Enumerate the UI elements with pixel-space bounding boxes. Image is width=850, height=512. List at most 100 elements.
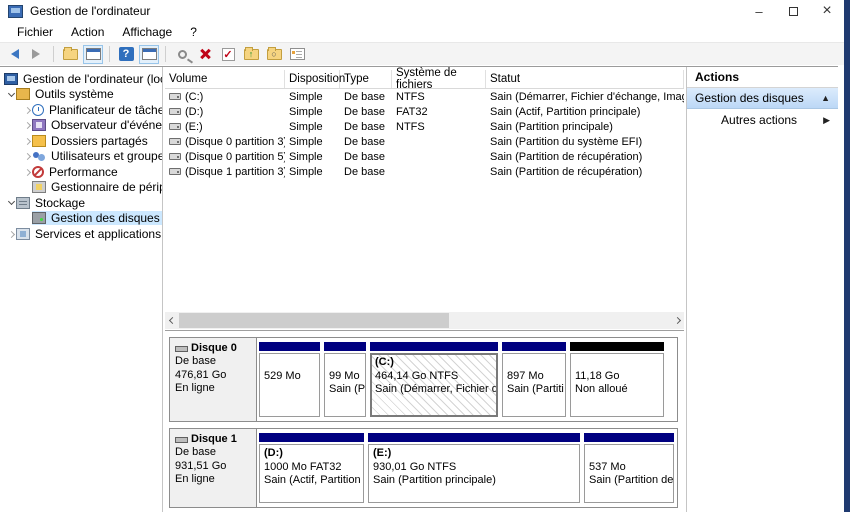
disk0-partition-recovery-529[interactable]: 529 Mo xyxy=(259,342,320,417)
partition-color-bar xyxy=(370,342,498,351)
action-pane-icon xyxy=(141,48,157,60)
disk1-partition-e[interactable]: (E:) 930,01 Go NTFS Sain (Partition prin… xyxy=(368,433,580,503)
scroll-left-arrow[interactable] xyxy=(165,312,179,329)
volume-icon xyxy=(169,123,181,130)
maximize-button[interactable] xyxy=(776,0,810,22)
help-icon: ? xyxy=(118,47,134,61)
volume-icon xyxy=(169,168,181,175)
chevron-right-icon[interactable] xyxy=(22,137,32,145)
tree-item-local-users-groups[interactable]: Utilisateurs et groupes l xyxy=(0,149,162,165)
volume-row-e[interactable]: (E:) Simple De base NTFS Sain (Partition… xyxy=(165,119,684,134)
maximize-icon xyxy=(788,6,798,16)
tree-item-device-manager[interactable]: Gestionnaire de périphé xyxy=(0,180,162,196)
submenu-arrow-icon: ▶ xyxy=(823,114,830,125)
disk0-partition-efi-99[interactable]: 99 Mo Sain (P xyxy=(324,342,366,417)
disk1-partition-d[interactable]: (D:) 1000 Mo FAT32 Sain (Actif, Partitio… xyxy=(259,433,364,503)
disk-graphical-view: Disque 0 De base 476,81 Go En ligne 529 … xyxy=(165,330,684,512)
show-console-tree-button[interactable] xyxy=(83,44,103,64)
partition-color-bar xyxy=(368,433,580,442)
volume-icon xyxy=(169,108,181,115)
scrollbar-track[interactable] xyxy=(179,312,670,329)
volume-row-disk0-part5[interactable]: (Disque 0 partition 5) Simple De base Sa… xyxy=(165,149,684,164)
chevron-right-icon[interactable] xyxy=(22,122,32,130)
column-header-status[interactable]: Statut xyxy=(486,70,684,88)
pointer-help-button[interactable] xyxy=(172,45,192,64)
column-header-type[interactable]: Type xyxy=(340,70,392,88)
volume-icon xyxy=(169,93,181,100)
forward-button[interactable] xyxy=(27,45,47,64)
scroll-right-arrow[interactable] xyxy=(670,312,684,329)
chevron-down-icon[interactable] xyxy=(6,89,16,97)
close-button[interactable]: × xyxy=(810,0,844,22)
folder-up-icon: ↑ xyxy=(243,46,259,60)
show-action-pane-button[interactable] xyxy=(139,44,159,64)
tree-item-disk-management[interactable]: Gestion des disques xyxy=(0,211,162,227)
folder-up-button[interactable]: ↑ xyxy=(241,45,261,64)
chevron-right-icon[interactable] xyxy=(22,168,32,176)
storage-icon xyxy=(16,196,30,209)
delete-button[interactable] xyxy=(195,45,215,64)
help-button[interactable]: ? xyxy=(116,45,136,64)
menu-help[interactable]: ? xyxy=(181,23,206,41)
disk-1-label[interactable]: Disque 1 De base 931,51 Go En ligne xyxy=(170,429,257,507)
tree-item-services-applications[interactable]: Services et applications xyxy=(0,226,162,242)
toolbar: ? ✓ ↑ ○ xyxy=(0,42,844,65)
computer-management-window: Gestion de l'ordinateur – × Fichier Acti… xyxy=(0,0,850,512)
chevron-right-icon[interactable] xyxy=(6,230,16,238)
chevron-right-icon[interactable] xyxy=(22,153,32,161)
disk-0-row: Disque 0 De base 476,81 Go En ligne 529 … xyxy=(169,337,678,422)
services-icon xyxy=(16,227,30,240)
horizontal-scrollbar[interactable] xyxy=(165,312,684,329)
menu-bar: Fichier Action Affichage ? xyxy=(0,22,844,42)
event-viewer-icon xyxy=(32,119,46,132)
properties-button[interactable] xyxy=(287,45,307,64)
menu-affichage[interactable]: Affichage xyxy=(113,23,181,41)
disk-1-row: Disque 1 De base 931,51 Go En ligne (D:)… xyxy=(169,428,678,508)
volume-row-disk0-part3[interactable]: (Disque 0 partition 3) Simple De base Sa… xyxy=(165,134,684,149)
volume-row-d[interactable]: (D:) Simple De base FAT32 Sain (Actif, P… xyxy=(165,104,684,119)
disk0-partition-c[interactable]: (C:) 464,14 Go NTFS Sain (Démarrer, Fich… xyxy=(370,342,498,417)
toolbar-separator xyxy=(53,46,54,62)
explore-icon: ○ xyxy=(266,46,282,60)
tree-item-event-viewer[interactable]: Observateur d'événeme xyxy=(0,118,162,134)
column-header-volume[interactable]: Volume xyxy=(165,70,285,88)
forward-icon xyxy=(32,49,45,59)
disk0-partition-897[interactable]: 897 Mo Sain (Partiti xyxy=(502,342,566,417)
disk-0-label[interactable]: Disque 0 De base 476,81 Go En ligne xyxy=(170,338,257,421)
actions-group-disk-management[interactable]: Gestion des disques ▲ xyxy=(687,88,838,109)
collapse-icon[interactable]: ▲ xyxy=(821,93,830,103)
explore-button[interactable]: ○ xyxy=(264,45,284,64)
actions-item-autres-actions[interactable]: Autres actions ▶ xyxy=(687,109,838,131)
properties-icon xyxy=(289,48,305,60)
menu-action[interactable]: Action xyxy=(62,23,113,41)
tree-item-storage[interactable]: Stockage xyxy=(0,195,162,211)
tree-item-task-scheduler[interactable]: Planificateur de tâches xyxy=(0,102,162,118)
shared-folders-icon xyxy=(32,134,46,147)
back-icon xyxy=(6,49,19,59)
column-header-disposition[interactable]: Disposition xyxy=(285,70,345,88)
chevron-down-icon[interactable] xyxy=(6,198,16,206)
volume-row-disk1-part3[interactable]: (Disque 1 partition 3) Simple De base Sa… xyxy=(165,164,684,179)
back-button[interactable] xyxy=(4,45,24,64)
volume-icon xyxy=(169,138,181,145)
chevron-right-icon[interactable] xyxy=(22,106,32,114)
column-header-filesystem[interactable]: Système de fichiers xyxy=(392,67,486,91)
minimize-button[interactable]: – xyxy=(742,0,776,22)
menu-fichier[interactable]: Fichier xyxy=(8,23,62,41)
export-list-icon xyxy=(62,46,78,60)
tree-item-system-tools[interactable]: Outils système xyxy=(0,87,162,103)
export-list-button[interactable] xyxy=(60,45,80,64)
mark-active-button[interactable]: ✓ xyxy=(218,45,238,64)
toolbar-separator xyxy=(165,46,166,62)
partition-color-bar xyxy=(259,433,364,442)
toolbar-separator xyxy=(109,46,110,62)
tree-item-performance[interactable]: Performance xyxy=(0,164,162,180)
disk0-unallocated[interactable]: 11,18 Go Non alloué xyxy=(570,342,664,417)
disk-management-icon xyxy=(32,212,46,225)
disk1-partition-recovery-537[interactable]: 537 Mo Sain (Partition de r xyxy=(584,433,674,503)
scrollbar-thumb[interactable] xyxy=(179,313,449,328)
disk-icon xyxy=(175,436,188,443)
volume-row-c[interactable]: (C:) Simple De base NTFS Sain (Démarrer,… xyxy=(165,89,684,104)
tree-item-computer-management[interactable]: Gestion de l'ordinateur (local) xyxy=(0,71,162,87)
tree-item-shared-folders[interactable]: Dossiers partagés xyxy=(0,133,162,149)
